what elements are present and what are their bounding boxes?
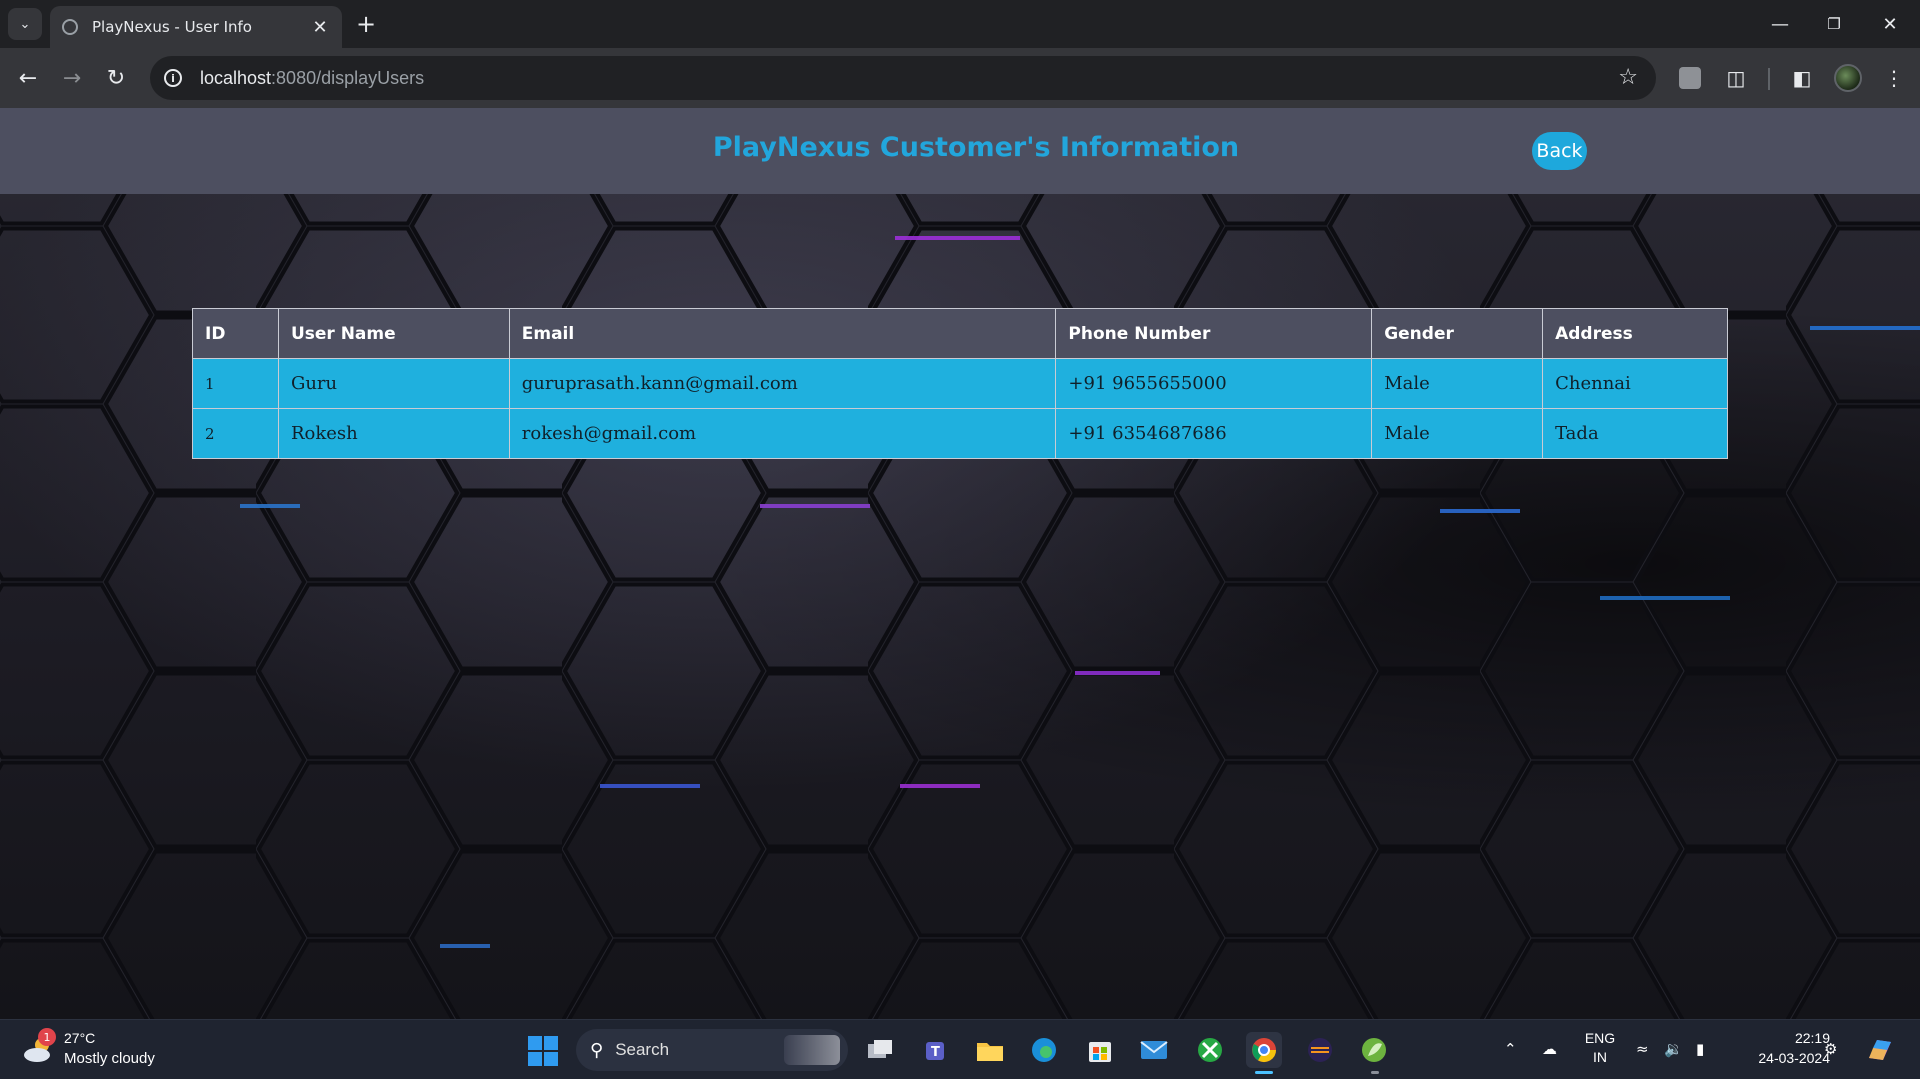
browser-toolbar: ← → ↻ i localhost:8080/displayUsers ☆ ◫ …: [0, 48, 1920, 108]
window-close-icon[interactable]: ✕: [1862, 0, 1918, 48]
address-bar[interactable]: i localhost:8080/displayUsers ☆: [150, 56, 1656, 100]
table-header-row: ID User Name Email Phone Number Gender A…: [192, 308, 1728, 359]
cell-email: rokesh@gmail.com: [508, 408, 1057, 459]
chevron-up-icon[interactable]: ⌃: [1504, 1040, 1517, 1058]
cell-phone: +91 9655655000: [1055, 358, 1373, 409]
file-explorer-icon[interactable]: [972, 1032, 1008, 1068]
column-header-gender: Gender: [1371, 308, 1544, 359]
wifi-icon[interactable]: ≈: [1636, 1040, 1649, 1058]
cell-gender: Male: [1371, 408, 1544, 459]
eclipse-icon[interactable]: [1302, 1032, 1338, 1068]
column-header-user-name: User Name: [277, 308, 510, 359]
taskbar-search[interactable]: ⚲ Search: [576, 1029, 848, 1071]
weather-temperature[interactable]: 27°C: [64, 1030, 95, 1046]
weather-badge: 1: [38, 1028, 56, 1046]
search-label: Search: [615, 1040, 670, 1059]
side-panel-icon[interactable]: ◧: [1786, 62, 1818, 94]
globe-icon: [62, 19, 78, 35]
edge-icon[interactable]: [1026, 1032, 1062, 1068]
xbox-icon[interactable]: [1192, 1032, 1228, 1068]
site-info-icon[interactable]: i: [164, 69, 182, 87]
column-header-phone: Phone Number: [1055, 308, 1373, 359]
microsoft-store-icon[interactable]: [1082, 1032, 1118, 1068]
browser-tab-bar: ⌄ PlayNexus - User Info ✕ + — ❐ ✕: [0, 0, 1920, 48]
region-indicator[interactable]: IN: [1582, 1049, 1618, 1065]
toolbar-divider: [1768, 68, 1770, 90]
copilot-icon[interactable]: [1862, 1032, 1898, 1068]
search-icon: ⚲: [590, 1039, 604, 1061]
taskbar: 1 27°C Mostly cloudy ⚲ Search T ⌃ ☁ ENG …: [0, 1019, 1920, 1079]
column-header-email: Email: [508, 308, 1057, 359]
cell-user-name: Guru: [277, 358, 510, 409]
column-header-address: Address: [1542, 308, 1728, 359]
puzzle-icon[interactable]: ◫: [1720, 62, 1752, 94]
more-icon[interactable]: ⋮: [1878, 62, 1910, 94]
windows-start-icon[interactable]: [528, 1036, 558, 1066]
cell-gender: Male: [1371, 358, 1544, 409]
back-button[interactable]: Back: [1532, 132, 1587, 170]
cell-user-name: Rokesh: [277, 408, 510, 459]
cell-address: Tada: [1542, 408, 1728, 459]
column-header-id: ID: [192, 308, 279, 359]
forward-arrow-icon[interactable]: →: [54, 60, 90, 96]
cell-address: Chennai: [1542, 358, 1728, 409]
cell-id: 1: [192, 358, 279, 409]
svg-text:T: T: [931, 1045, 940, 1060]
table-row: 2 Rokesh rokesh@gmail.com +91 6354687686…: [192, 408, 1728, 459]
reload-icon[interactable]: ↻: [98, 60, 134, 96]
battery-icon[interactable]: ▮: [1696, 1040, 1704, 1058]
clock-date[interactable]: 24-03-2024: [1730, 1050, 1830, 1066]
spring-tool-suite-icon[interactable]: [1356, 1032, 1392, 1068]
mail-icon[interactable]: [1136, 1032, 1172, 1068]
tab-search-icon[interactable]: ⌄: [8, 8, 42, 40]
search-highlight-image: [784, 1035, 840, 1065]
clock-time[interactable]: 22:19: [1730, 1030, 1830, 1046]
restore-icon[interactable]: ❐: [1806, 0, 1862, 48]
close-icon[interactable]: ✕: [310, 17, 330, 38]
profile-avatar[interactable]: [1832, 62, 1864, 94]
star-icon[interactable]: ☆: [1618, 65, 1638, 90]
hexagon-background: [0, 108, 1920, 1019]
cell-email: guruprasath.kann@gmail.com: [508, 358, 1057, 409]
running-app-indicator: [1371, 1071, 1379, 1074]
chrome-icon[interactable]: [1246, 1032, 1282, 1068]
browser-tab[interactable]: PlayNexus - User Info ✕: [50, 6, 342, 48]
page-content: PlayNexus Customer's Information Back ID…: [0, 108, 1920, 1019]
users-table: ID User Name Email Phone Number Gender A…: [192, 308, 1728, 459]
page-title: PlayNexus Customer's Information: [712, 132, 1240, 163]
language-indicator[interactable]: ENG: [1582, 1030, 1618, 1046]
notification-bell-icon[interactable]: ⚙: [1824, 1040, 1837, 1058]
minimize-icon[interactable]: —: [1752, 0, 1808, 48]
back-arrow-icon[interactable]: ←: [10, 60, 46, 96]
cell-phone: +91 6354687686: [1055, 408, 1373, 459]
active-app-indicator: [1255, 1071, 1273, 1074]
extension-icon[interactable]: [1674, 62, 1706, 94]
weather-description[interactable]: Mostly cloudy: [64, 1050, 155, 1067]
page-header: PlayNexus Customer's Information Back: [0, 108, 1920, 194]
task-view-icon[interactable]: [862, 1032, 898, 1068]
plus-icon[interactable]: +: [352, 10, 380, 38]
teams-icon[interactable]: T: [918, 1032, 954, 1068]
tab-title: PlayNexus - User Info: [92, 18, 252, 36]
volume-icon[interactable]: 🔉: [1664, 1040, 1683, 1058]
onedrive-cloud-icon[interactable]: ☁: [1542, 1040, 1557, 1058]
table-row: 1 Guru guruprasath.kann@gmail.com +91 96…: [192, 358, 1728, 409]
url-text: localhost:8080/displayUsers: [200, 67, 425, 88]
cell-id: 2: [192, 408, 279, 459]
